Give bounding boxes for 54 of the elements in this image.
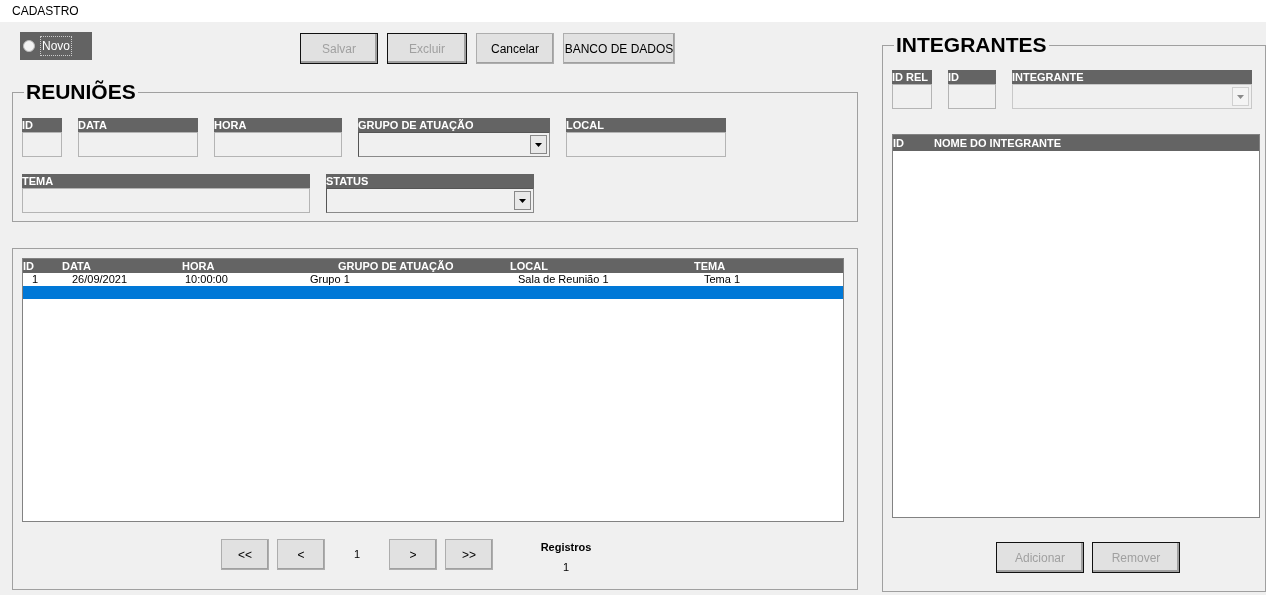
form-button[interactable]: << — [221, 539, 269, 570]
column-header: LOCAL — [510, 259, 549, 273]
field-label: INTEGRANTE — [1012, 70, 1252, 84]
input-field[interactable] — [22, 132, 62, 157]
dropdown-button[interactable] — [514, 191, 531, 210]
section-title: REUNIÕES — [25, 80, 137, 104]
input-field[interactable] — [214, 132, 342, 157]
column-header: TEMA — [694, 259, 727, 273]
dropdown-field[interactable] — [326, 188, 534, 213]
column-header: ID — [23, 259, 35, 273]
field-label: DATA — [78, 118, 198, 132]
field-label: HORA — [214, 118, 342, 132]
table-cell-text: Tema 1 — [703, 273, 742, 286]
section-title: INTEGRANTES — [895, 33, 1048, 57]
window-title: CADASTRO — [12, 3, 79, 20]
column-header: GRUPO DE ATUAÇÃO — [337, 259, 455, 273]
dropdown-field[interactable] — [358, 132, 550, 157]
caret-icon — [1237, 94, 1244, 99]
form-button[interactable]: Cancelar — [476, 33, 554, 64]
field-label: ID REL — [892, 70, 932, 84]
page-number: 1 — [353, 547, 361, 563]
field-label: GRUPO DE ATUAÇÃO — [358, 118, 550, 132]
radio-label: Novo — [40, 36, 72, 56]
dropdown-button[interactable] — [530, 135, 547, 154]
form-button[interactable]: BANCO DE DADOS — [563, 33, 675, 64]
records-count: 1 — [562, 559, 570, 575]
form-button[interactable]: < — [277, 539, 325, 570]
input-field[interactable] — [948, 84, 996, 109]
table-cell-text: 26/09/2021 — [71, 273, 129, 286]
field-label: STATUS — [326, 174, 534, 188]
records-label: Registros — [540, 540, 592, 555]
field-label: ID — [948, 70, 996, 84]
field-label: ID — [22, 118, 62, 132]
input-field[interactable] — [22, 188, 310, 213]
input-field[interactable] — [566, 132, 726, 157]
caret-icon — [519, 198, 526, 203]
input-field[interactable] — [78, 132, 198, 157]
field-label: TEMA — [22, 174, 310, 188]
column-header: ID — [893, 136, 905, 151]
table-cell-text: 10:00:00 — [184, 273, 229, 286]
table-cell-text: Grupo 1 — [310, 273, 351, 286]
field-label: LOCAL — [566, 118, 726, 132]
caret-icon — [535, 142, 542, 147]
radio-button[interactable] — [23, 40, 35, 52]
table-cell-text: Sala de Reunião 1 — [517, 273, 610, 286]
input-field[interactable] — [892, 84, 932, 109]
column-header: NOME DO INTEGRANTE — [934, 136, 1062, 151]
table-cell-text: 1 — [31, 273, 40, 286]
column-header: HORA — [182, 259, 216, 273]
form-button[interactable]: > — [389, 539, 437, 570]
list-row[interactable] — [23, 286, 843, 299]
form-button[interactable]: >> — [445, 539, 493, 570]
column-header: DATA — [62, 259, 92, 273]
novo-toggle[interactable]: Novo — [20, 32, 92, 60]
